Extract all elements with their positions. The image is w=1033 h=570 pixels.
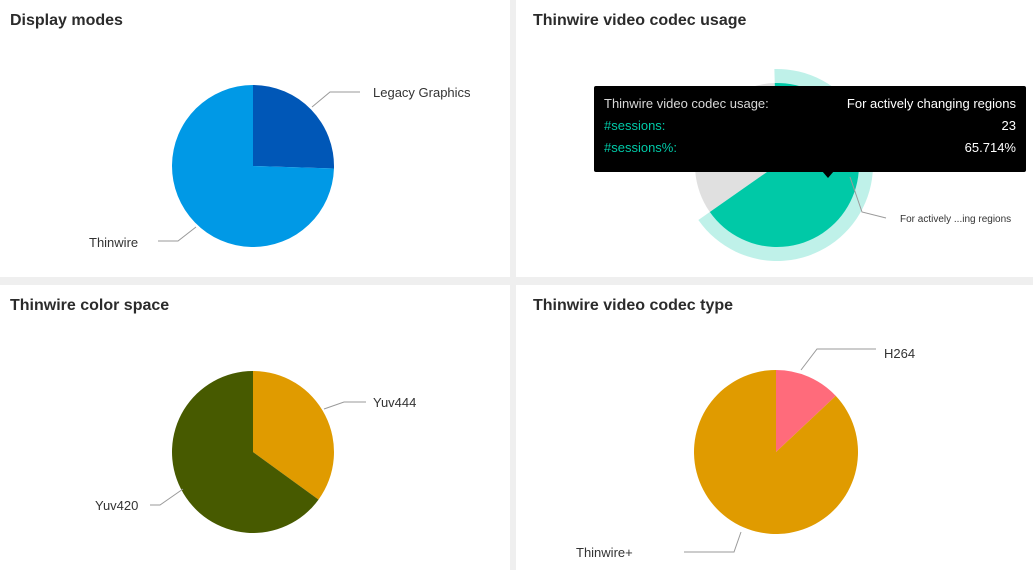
tooltip-header-row: Thinwire video codec usage: For actively…: [604, 95, 1016, 117]
tooltip-row-sessions-percent: #sessions%: 65.714%: [604, 139, 1016, 161]
codec-type-panel: Thinwire video codec type H264 Thinwire+: [516, 285, 1033, 570]
color-space-pie-chart: Yuv444 Yuv420: [95, 371, 416, 533]
slice-label-yuv444: Yuv444: [373, 395, 416, 410]
slice-label-actively-changing-regions: For actively ...ing regions: [900, 214, 1011, 225]
leader-line-thinwire: [158, 226, 197, 242]
leader-line-yuv420: [150, 488, 184, 506]
tooltip-value-sessions: 23: [1001, 118, 1016, 133]
slice-label-legacy-graphics: Legacy Graphics: [373, 85, 471, 100]
tooltip-header-value: For actively changing regions: [846, 96, 1016, 111]
leader-line-yuv444: [323, 401, 366, 410]
leader-line-thinwire-plus: [684, 531, 742, 553]
color-space-panel: Thinwire color space Yuv444 Yuv420: [0, 285, 510, 570]
codec-type-pie-chart: H264 Thinwire+: [576, 346, 915, 560]
slice-label-h264: H264: [884, 346, 915, 361]
tooltip-key-sessions: #sessions:: [604, 118, 666, 133]
tooltip-key-sessions-percent: #sessions%:: [604, 140, 677, 155]
leader-line-h264: [800, 348, 876, 371]
display-modes-panel: Display modes Legacy Graphics Thinwire: [0, 0, 510, 277]
tooltip-header-key: Thinwire video codec usage:: [604, 96, 769, 111]
display-modes-pie-chart: Legacy Graphics Thinwire: [89, 85, 471, 250]
leader-line-legacy-graphics: [311, 91, 360, 108]
tooltip-row-sessions: #sessions: 23: [604, 117, 1016, 139]
tooltip-value-sessions-percent: 65.714%: [964, 140, 1016, 155]
chart-tooltip: Thinwire video codec usage: For actively…: [594, 86, 1026, 172]
slice-label-thinwire: Thinwire: [89, 235, 138, 250]
slice-label-thinwire-plus: Thinwire+: [576, 545, 633, 560]
slice-label-yuv420: Yuv420: [95, 498, 138, 513]
pie-slice-legacy-graphics[interactable]: [253, 85, 334, 169]
tooltip-arrow: [822, 171, 834, 178]
